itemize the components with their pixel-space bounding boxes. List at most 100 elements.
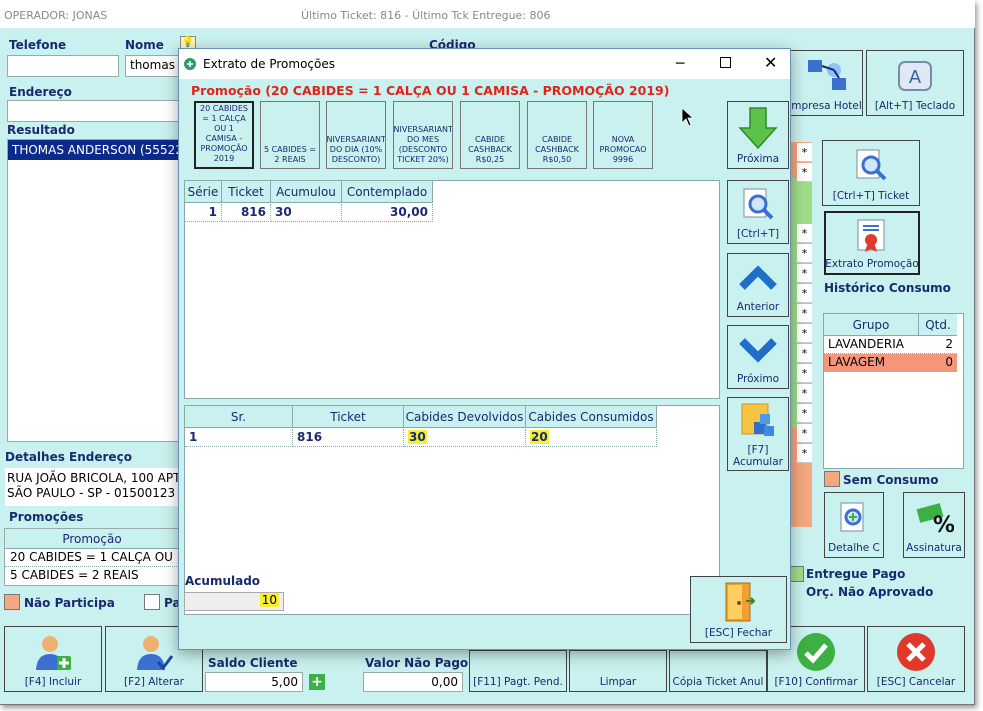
detail-magnifier-icon [840, 502, 864, 531]
teclado-label: [Alt+T] Teclado [874, 100, 956, 112]
table-row[interactable]: LAVAGEM 0 [824, 354, 957, 372]
promo-button-6[interactable]: CABIDE CASHBACK R$0,50 [527, 101, 587, 169]
sem-consumo-swatch [824, 471, 840, 487]
esc-cancelar-label: [ESC] Cancelar [876, 676, 956, 688]
copia-ticket-button[interactable]: Cópia Ticket Anul [669, 650, 767, 692]
magnifier-icon [856, 149, 887, 180]
acumulado-label: Acumulado [185, 574, 261, 588]
valor-nao-pago-field[interactable]: 0,00 [363, 672, 463, 692]
serie-cell[interactable]: 1 [185, 204, 222, 222]
orc-nao-aprovado-label: Orç. Não Aprovado [806, 585, 934, 599]
consumo-grid[interactable]: Sr. Ticket Cabides Devolvidos Cabides Co… [184, 405, 720, 615]
edit-user-icon [137, 635, 174, 670]
ticket-info: Último Ticket: 816 - Último Tck Entregue… [301, 9, 551, 22]
sr-cell[interactable]: 1 [185, 429, 293, 447]
star-cell: * [797, 163, 812, 182]
door-exit-icon [725, 582, 755, 622]
dialog-title: Extrato de Promoções [203, 57, 335, 71]
acumulou-cell[interactable]: 30 [271, 204, 342, 222]
proximo-label: Próximo [736, 373, 780, 385]
promocoes-grid[interactable]: Promoção 20 CABIDES = 1 CALÇA OU 1 5 CAB… [4, 528, 180, 586]
minimize-icon[interactable]: ─ [676, 56, 684, 72]
star-cell: * [797, 404, 812, 423]
valor-nao-pago-label: Valor Não Pago [365, 656, 469, 670]
star-cell: * [797, 264, 812, 283]
table-row[interactable]: 5 CABIDES = 2 REAIS [5, 567, 179, 585]
nao-participa-label: Não Participa [24, 596, 115, 610]
detalhe-c-label: Detalhe C [828, 542, 880, 554]
extrato-promocao-label: Extrato Promoção [825, 258, 919, 270]
ticket-cell[interactable]: 816 [222, 204, 271, 222]
anterior-button[interactable]: Anterior [727, 253, 789, 317]
serie-col-header: Série [185, 181, 222, 203]
cabides-consumidos-col-header: Cabides Consumidos [526, 406, 657, 428]
ticket2-col-header: Ticket [293, 406, 404, 428]
promo-button-7[interactable]: NOVA PROMOCAO 9996 [593, 101, 653, 169]
ticket2-cell[interactable]: 816 [293, 429, 404, 447]
acumulado-field[interactable]: 10 [184, 592, 284, 611]
percent-money-icon: % [916, 502, 954, 536]
star-cell: * [797, 384, 812, 403]
telefone-input[interactable] [7, 55, 119, 77]
empresa-hotel-button[interactable]: mpresa Hotel [791, 50, 863, 116]
esc-fechar-button[interactable]: [ESC] Fechar [690, 576, 787, 643]
acumulo-grid[interactable]: Série Ticket Acumulou Contemplado 1 816 … [184, 180, 720, 399]
historico-grid[interactable]: Grupo Qtd. LAVANDERIA 2 LAVAGEM 0 [823, 313, 964, 469]
promo-button-5[interactable]: CABIDE CASHBACK R$0,25 [460, 101, 520, 169]
ctrl-t-button[interactable]: [Ctrl+T] [727, 180, 789, 244]
arrow-down-green-icon [738, 106, 778, 149]
close-icon[interactable]: ✕ [764, 53, 777, 72]
folder-cubes-icon [741, 403, 774, 436]
extrato-promocoes-dialog: Extrato de Promoções ─ ✕ Promoção (20 CA… [178, 48, 791, 650]
star-cell: * [797, 364, 812, 383]
acumulou-col-header: Acumulou [271, 181, 342, 203]
sem-consumo-label: Sem Consumo [843, 473, 939, 487]
add-saldo-icon[interactable]: + [309, 674, 325, 690]
f7-acumular-button[interactable]: [F7] Acumular [727, 397, 789, 471]
consumidos-cell[interactable]: 20 [526, 429, 657, 447]
limpar-label: Limpar [599, 676, 637, 688]
assinatura-button[interactable]: % Assinatura [903, 492, 965, 558]
ctrl-t-ticket-button[interactable]: [Ctrl+T] Ticket [822, 140, 920, 206]
ticket-col-header: Ticket [222, 181, 271, 203]
detalhe-c-button[interactable]: Detalhe C [824, 492, 884, 558]
detalhes-line1: RUA JOÃO BRICOLA, 100 APTO [7, 471, 180, 485]
star-cell: * [797, 444, 812, 463]
star-cell: * [797, 224, 812, 243]
detalhes-line2: SÃO PAULO - SP - 01500123 [7, 486, 176, 500]
promotion-heading: Promoção (20 CABIDES = 1 CALÇA OU 1 CAMI… [191, 83, 670, 98]
resultado-list[interactable]: THOMAS ANDERSON (555222 [7, 139, 180, 442]
chevron-down-icon [739, 337, 777, 363]
resultado-label: Resultado [7, 123, 75, 137]
list-item[interactable]: THOMAS ANDERSON (555222 [8, 140, 179, 160]
f10-confirmar-label: [F10] Confirmar [774, 676, 858, 688]
saldo-field[interactable]: 5,00 [205, 672, 303, 692]
table-row[interactable]: 20 CABIDES = 1 CALÇA OU 1 [5, 549, 179, 567]
star-cell: * [797, 324, 812, 343]
star-cell: * [797, 244, 812, 263]
maximize-icon[interactable] [720, 57, 731, 68]
f4-incluir-button[interactable]: [F4] Incluir [4, 626, 102, 692]
f11-pagt-pend-button[interactable]: [F11] Pagt. Pend. [469, 650, 567, 692]
detalhes-box: RUA JOÃO BRICOLA, 100 APTO SÃO PAULO - S… [5, 468, 180, 506]
nome-input[interactable]: thomas [125, 55, 180, 77]
limpar-button[interactable]: Limpar [569, 650, 667, 692]
teclado-button[interactable]: A [Alt+T] Teclado [866, 50, 964, 116]
contemplado-cell[interactable]: 30,00 [342, 204, 433, 222]
promo-button-4[interactable]: ANIVERSARIANTE DO MES (DESCONTO TICKET 2… [393, 101, 453, 169]
promo-button-3[interactable]: ANIVERSARIANTE DO DIA (10% DESCONTO) [326, 101, 386, 169]
promo-button-1[interactable]: 20 CABIDES = 1 CALÇA OU 1 CAMISA - PROMO… [194, 101, 254, 169]
status-bar: OPERADOR: JONAS Último Ticket: 816 - Últ… [0, 0, 975, 28]
promocoes-label: Promoções [9, 510, 84, 524]
svg-text:A: A [909, 67, 922, 88]
extrato-promocao-button[interactable]: Extrato Promoção [824, 211, 920, 275]
proxima-promo-button[interactable]: Próxima [727, 101, 789, 169]
table-row[interactable]: LAVANDERIA 2 [824, 336, 957, 354]
promo-button-2[interactable]: 5 CABIDES = 2 REAIS [260, 101, 320, 169]
esc-cancelar-button[interactable]: [ESC] Cancelar [867, 626, 965, 692]
pa-checkbox[interactable] [144, 594, 160, 610]
network-icon [807, 59, 846, 90]
proximo-button[interactable]: Próximo [727, 325, 789, 389]
endereco-input[interactable] [7, 100, 180, 122]
devolvidos-cell[interactable]: 30 [404, 429, 526, 447]
